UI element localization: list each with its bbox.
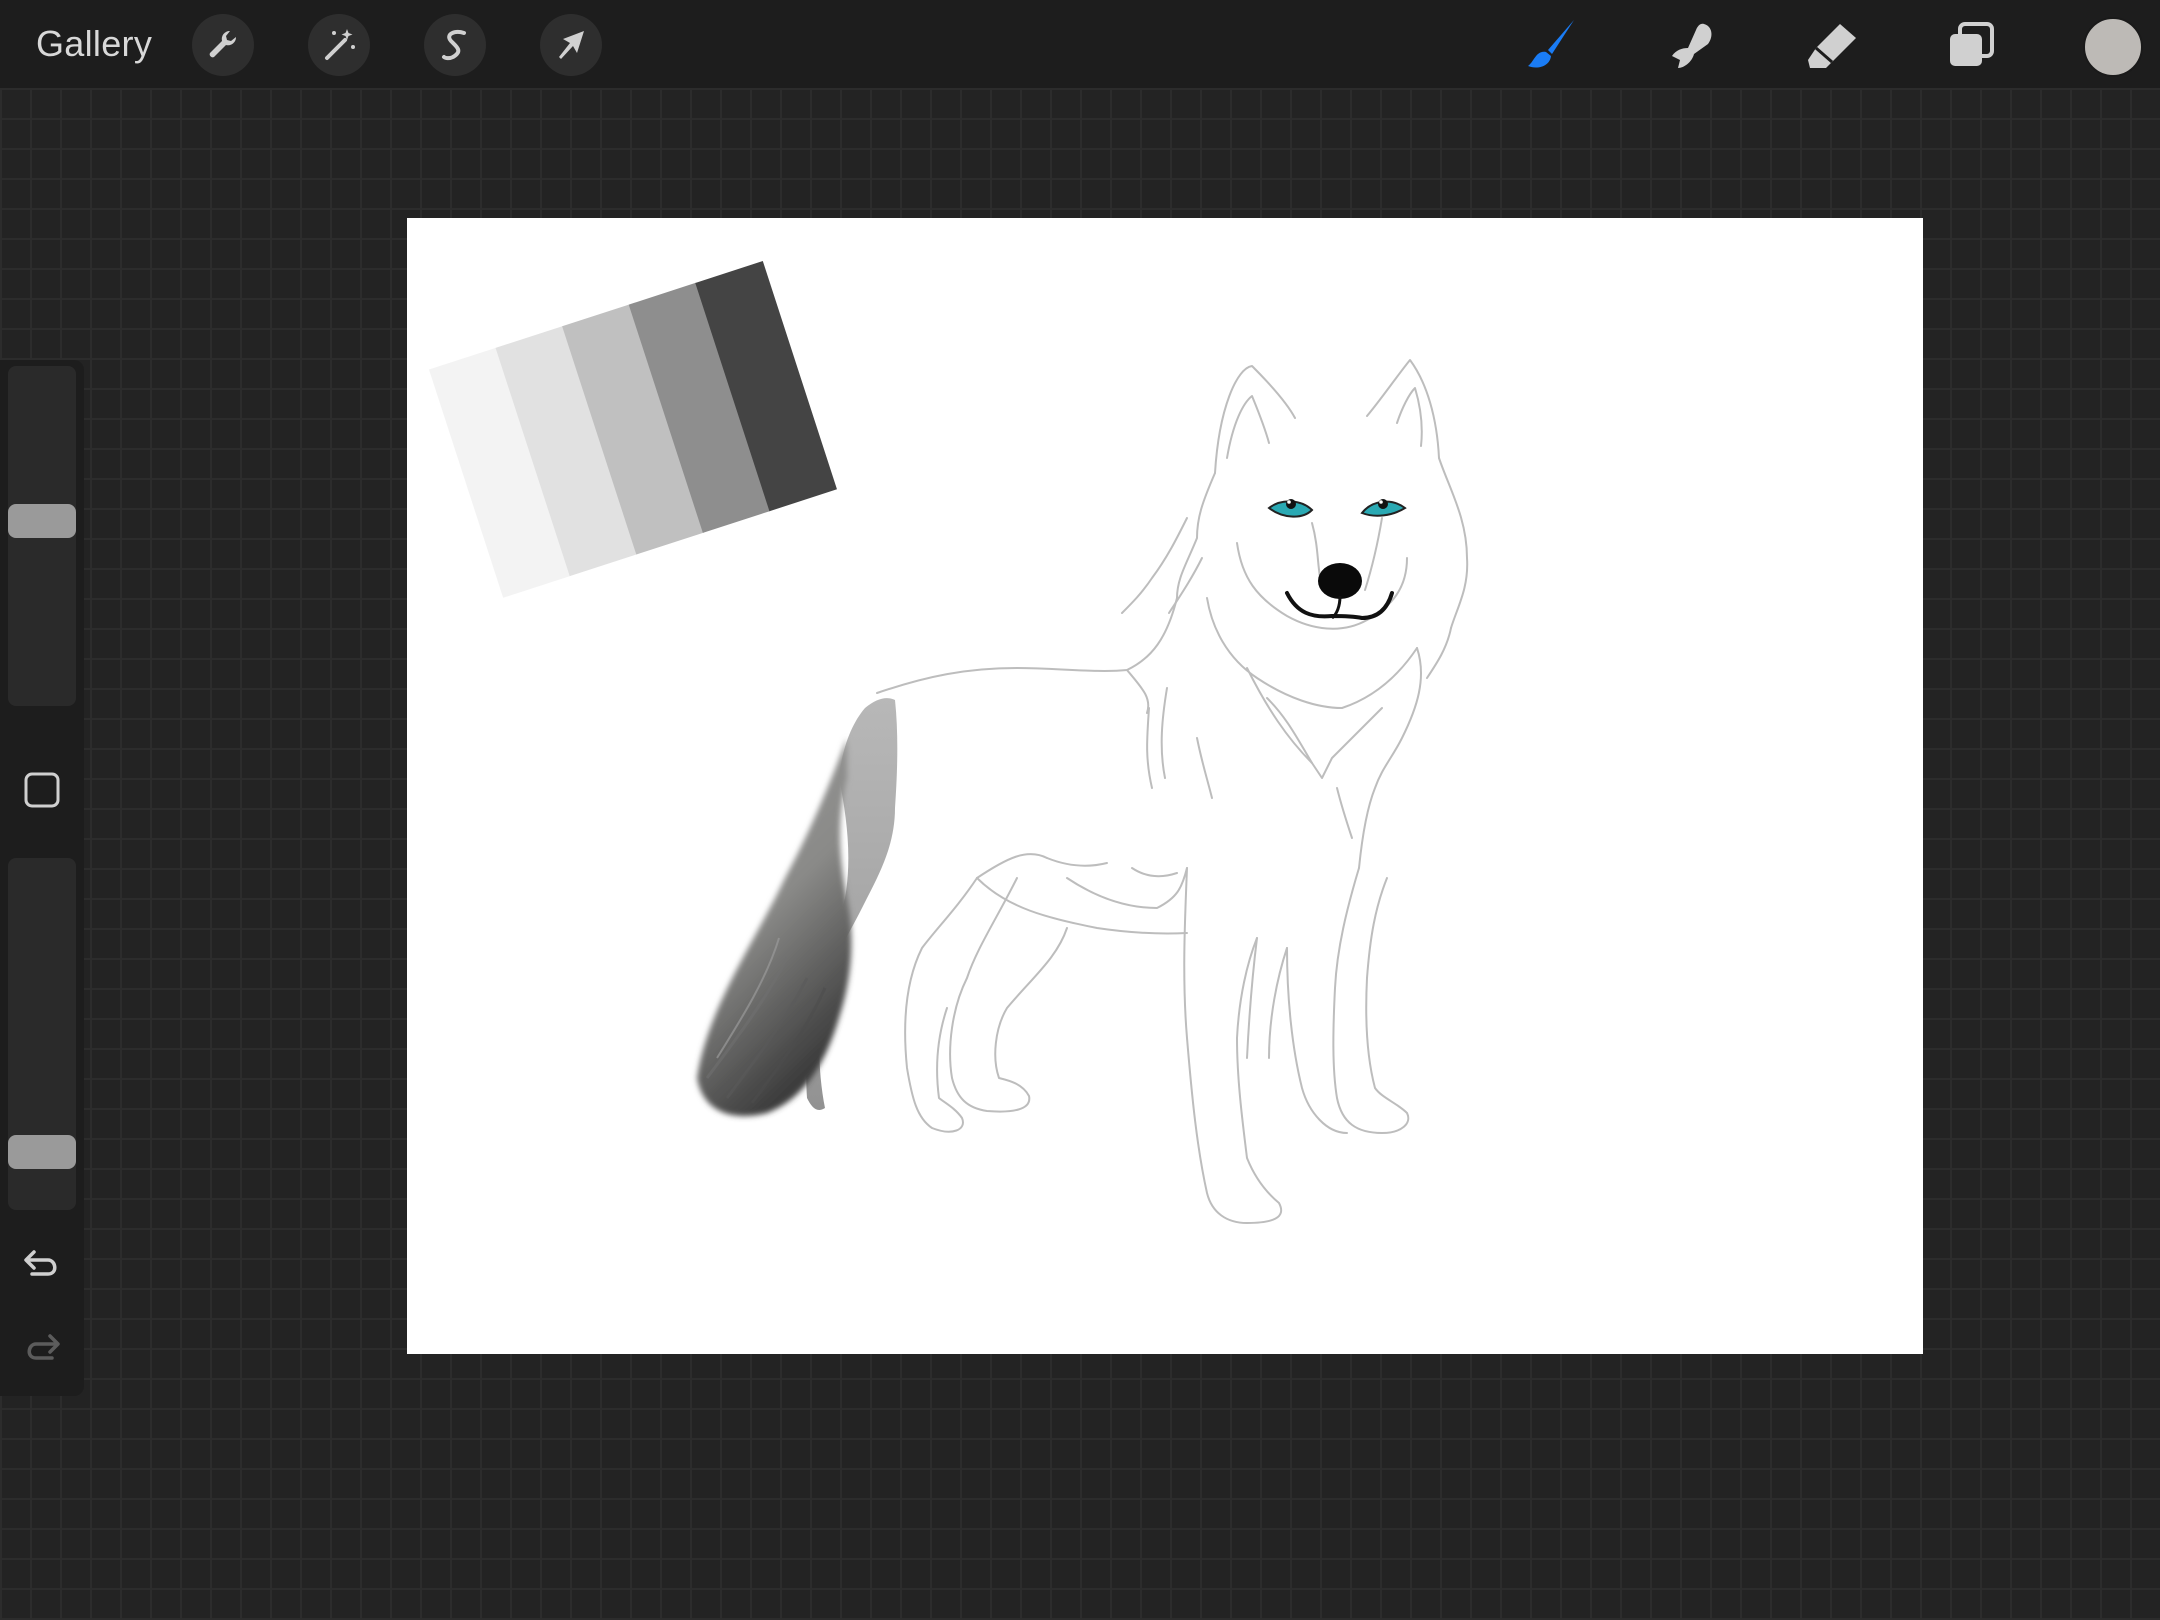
eraser-tool-button[interactable] [1802,16,1862,76]
grayscale-swatches [428,261,837,598]
selection-button[interactable] [424,14,486,76]
color-picker-button[interactable] [2083,17,2143,77]
brush-size-thumb[interactable] [8,504,76,538]
wolf-sketch [876,359,1469,1224]
layers-button[interactable] [1942,16,2002,76]
canvas-artwork [428,261,1469,1224]
smudge-finger-icon [1672,23,1712,68]
arrow-cursor-icon [559,31,584,59]
top-toolbar: Gallery [0,0,2160,88]
layers-icon [1950,22,1994,66]
adjustments-button[interactable] [308,14,370,76]
modify-square-icon[interactable] [22,770,62,810]
opacity-thumb[interactable] [8,1135,76,1169]
selection-s-icon [442,30,466,61]
brush-icon [1528,20,1574,68]
brush-tool-button[interactable] [1522,16,1582,76]
opacity-slider[interactable] [8,858,76,1210]
wolf-eyes [1267,499,1407,518]
transform-button[interactable] [540,14,602,76]
undo-icon[interactable] [20,1240,64,1284]
wolf-tail [697,738,852,1117]
wolf-nose-mouth [1285,563,1394,621]
actions-button[interactable] [192,14,254,76]
drawing-canvas[interactable] [407,218,1923,1354]
wrench-icon [209,30,237,58]
magic-wand-icon [325,29,355,60]
redo-icon[interactable] [20,1324,64,1368]
eraser-icon [1808,24,1856,68]
gallery-button[interactable]: Gallery [36,22,152,66]
smudge-tool-button[interactable] [1662,16,1722,76]
brush-size-slider[interactable] [8,366,76,706]
left-sidebar [0,360,84,1396]
